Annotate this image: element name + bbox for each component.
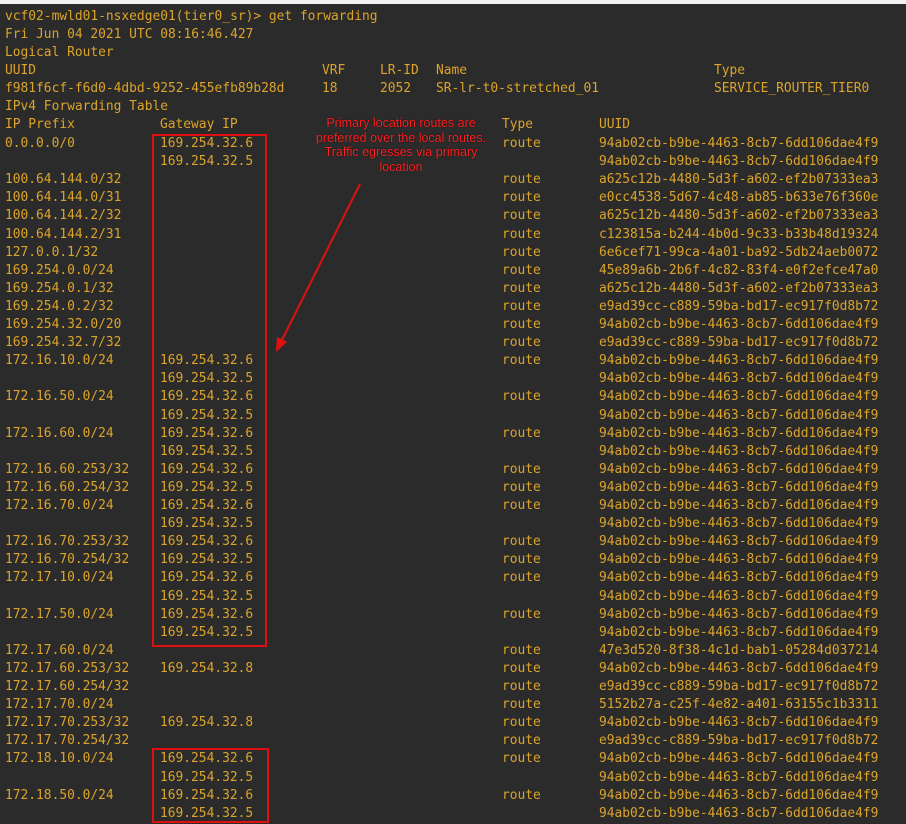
annotation-arrow-icon bbox=[276, 183, 361, 352]
